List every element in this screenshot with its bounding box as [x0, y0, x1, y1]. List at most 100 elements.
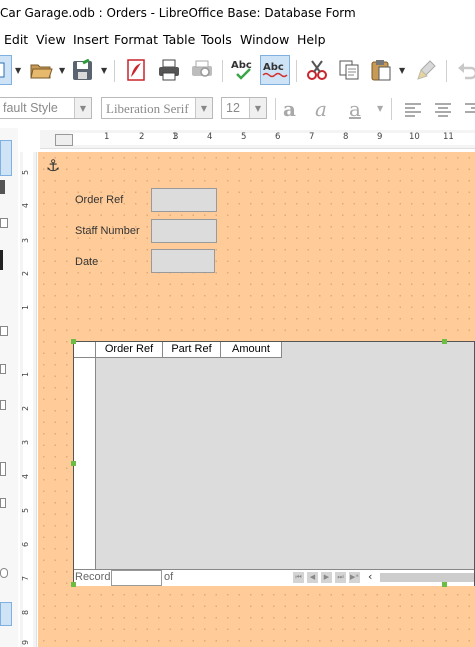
selection-handle[interactable] [71, 582, 76, 587]
select-tool-icon[interactable] [0, 140, 12, 176]
ruler-mark: 4 [21, 473, 31, 480]
ruler-mark: 3 [21, 237, 31, 244]
design-mode-icon[interactable] [0, 180, 5, 194]
menu-insert[interactable]: Insert [73, 32, 109, 47]
vertical-ruler[interactable]: 5 4 3 2 1 1 2 3 4 5 6 7 8 9 [20, 152, 37, 647]
listbox-control-icon[interactable] [0, 400, 6, 410]
column-header-amount[interactable]: Amount [221, 342, 282, 358]
ruler-mark: 6 [21, 541, 31, 548]
align-right-icon[interactable] [458, 94, 475, 124]
align-center-icon[interactable] [428, 94, 458, 124]
open-icon[interactable] [26, 55, 56, 85]
menu-edit[interactable]: Edit [4, 32, 28, 47]
bold-icon[interactable]: a [283, 97, 296, 121]
auto-spellcheck-icon[interactable]: Abc [260, 55, 290, 85]
ruler-mark: 2 [21, 270, 31, 277]
textbox-control-icon[interactable] [0, 364, 6, 374]
toolbar-separator [275, 98, 276, 120]
ruler-mark: 4 [207, 132, 213, 142]
horizontal-scrollbar[interactable] [380, 573, 474, 582]
spellcheck-icon[interactable]: Abc [228, 55, 258, 85]
wizard-toggle-icon[interactable] [0, 602, 12, 626]
order-ref-field[interactable] [151, 188, 217, 212]
ruler-track [23, 152, 33, 647]
column-header-part-ref[interactable]: Part Ref [163, 342, 221, 358]
anchor-icon[interactable]: ⚓ [46, 156, 60, 175]
print-preview-icon[interactable] [187, 55, 217, 85]
paste-icon[interactable] [366, 55, 396, 85]
column-header-order-ref[interactable]: Order Ref [96, 342, 163, 358]
menu-window[interactable]: Window [240, 32, 289, 47]
label-control-icon[interactable] [0, 326, 8, 336]
menu-bar: Edit View Insert Format Table Tools Wind… [0, 28, 475, 50]
table-control[interactable]: Order Ref Part Ref Amount Record of ⏮ ◀ … [73, 341, 475, 586]
ruler-mark: 1 [104, 132, 110, 142]
date-label: Date [75, 256, 99, 268]
next-record-icon[interactable]: ▶ [321, 572, 332, 583]
form-controls-sidebar [0, 128, 18, 647]
ruler-mark: 9 [377, 132, 383, 142]
menu-format[interactable]: Format [114, 32, 158, 47]
ruler-mark: 8 [21, 609, 31, 616]
staff-number-label: Staff Number [75, 225, 140, 237]
ruler-mark: 5 [21, 507, 31, 514]
font-name-combo[interactable]: Liberation Serif ▼ [101, 97, 213, 119]
ruler-mark: 3 [173, 132, 179, 142]
align-left-icon[interactable] [398, 94, 428, 124]
selection-handle[interactable] [71, 461, 76, 466]
chevron-down-icon[interactable]: ▼ [399, 66, 405, 75]
formatting-toolbar: fault Style ▼ Liberation Serif ▼ 12 ▼ a … [0, 94, 475, 124]
ruler-mark: 1 [21, 371, 31, 378]
toolbar-separator [391, 98, 392, 120]
font-size-combo[interactable]: 12 ▼ [221, 97, 267, 119]
ruler-mark: 10 [409, 132, 420, 142]
save-icon[interactable] [68, 55, 98, 85]
first-record-icon[interactable]: ⏮ [293, 572, 304, 583]
menu-tools[interactable]: Tools [201, 32, 232, 47]
menu-view[interactable]: View [36, 32, 66, 47]
last-record-icon[interactable]: ⏭ [335, 572, 346, 583]
undo-icon[interactable] [452, 55, 475, 85]
staff-number-field[interactable] [151, 219, 217, 243]
chevron-down-icon[interactable]: ▼ [377, 104, 383, 113]
menu-help[interactable]: Help [297, 32, 326, 47]
chevron-down-icon[interactable]: ▼ [195, 98, 212, 118]
copy-icon[interactable] [334, 55, 364, 85]
export-pdf-icon[interactable] [121, 55, 151, 85]
menu-table[interactable]: Table [163, 32, 195, 47]
clone-formatting-icon[interactable] [412, 55, 442, 85]
chevron-down-icon[interactable]: ▼ [249, 98, 266, 118]
new-record-icon[interactable]: ▶* [349, 572, 360, 583]
chevron-down-icon[interactable]: ▼ [15, 66, 21, 75]
standard-toolbar: ▼ ▼ ▼ Abc Abc ▼ [0, 52, 475, 90]
previous-record-icon[interactable]: ◀ [307, 572, 318, 583]
ruler-indent-marker[interactable] [55, 134, 73, 146]
push-button-control-icon[interactable] [0, 250, 3, 270]
selection-handle[interactable] [71, 339, 76, 344]
ruler-mark: 2 [21, 405, 31, 412]
italic-icon[interactable]: a [315, 97, 327, 121]
cut-icon[interactable] [302, 55, 332, 85]
ruler-mark: 5 [21, 169, 31, 176]
option-control-icon[interactable] [0, 498, 6, 508]
radio-control-icon[interactable] [0, 568, 8, 578]
date-field[interactable] [151, 249, 215, 273]
row-header-column [74, 358, 96, 570]
checkbox-control-icon[interactable] [0, 218, 8, 228]
ruler-mark: 6 [275, 132, 281, 142]
title-bar: Car Garage.odb : Orders - LibreOffice Ba… [0, 0, 475, 26]
form-design-icon[interactable] [0, 55, 12, 85]
chevron-down-icon[interactable]: ▼ [74, 98, 91, 118]
scroll-left-icon[interactable]: ‹ [368, 570, 372, 583]
selection-handle[interactable] [442, 582, 447, 587]
paragraph-style-combo[interactable]: fault Style ▼ [0, 97, 92, 119]
selection-handle[interactable] [442, 339, 447, 344]
horizontal-ruler[interactable]: 1 1 2 3 4 5 6 7 8 9 10 11 [40, 130, 475, 149]
grid-corner [74, 342, 96, 358]
chevron-down-icon[interactable]: ▼ [101, 66, 107, 75]
chevron-down-icon[interactable]: ▼ [59, 66, 65, 75]
underline-icon[interactable]: a [349, 97, 361, 121]
combobox-control-icon[interactable] [0, 462, 6, 476]
print-icon[interactable] [154, 55, 184, 85]
record-number-input[interactable] [111, 570, 162, 586]
